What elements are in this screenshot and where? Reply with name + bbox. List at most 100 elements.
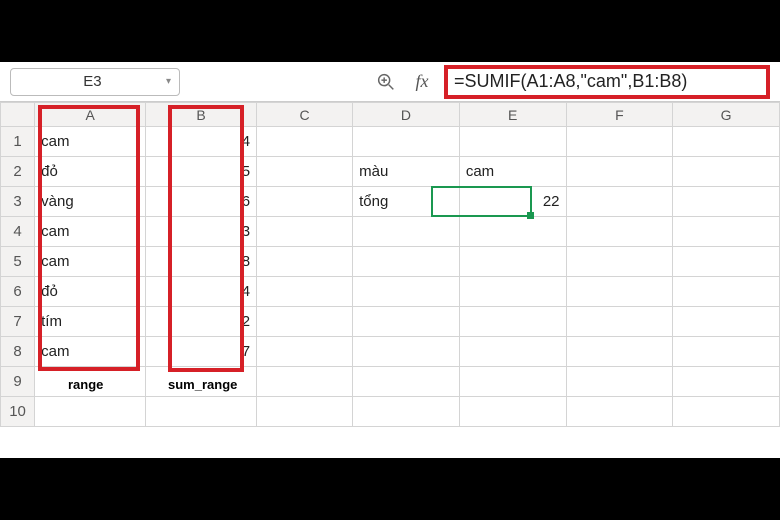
cell-D9[interactable] <box>353 367 460 397</box>
row-header[interactable]: 7 <box>1 307 35 337</box>
range-label: range <box>68 377 103 392</box>
cell-D1[interactable] <box>353 127 460 157</box>
cell-A5[interactable]: cam <box>35 247 146 277</box>
cell-F9[interactable] <box>566 367 673 397</box>
cell-B5[interactable]: 8 <box>146 247 257 277</box>
cell-G6[interactable] <box>673 277 780 307</box>
cell-F1[interactable] <box>566 127 673 157</box>
col-header-F[interactable]: F <box>566 103 673 127</box>
cell-B4[interactable]: 3 <box>146 217 257 247</box>
col-header-A[interactable]: A <box>35 103 146 127</box>
table-row: 1cam4 <box>1 127 780 157</box>
cell-E4[interactable] <box>459 217 566 247</box>
cell-D3[interactable]: tổng <box>353 187 460 217</box>
cell-E3[interactable]: 22 <box>459 187 566 217</box>
cell-D8[interactable] <box>353 337 460 367</box>
cell-D7[interactable] <box>353 307 460 337</box>
row-header[interactable]: 9 <box>1 367 35 397</box>
cell-G1[interactable] <box>673 127 780 157</box>
cell-A4[interactable]: cam <box>35 217 146 247</box>
cell-F8[interactable] <box>566 337 673 367</box>
cell-C6[interactable] <box>257 277 353 307</box>
name-box[interactable]: E3 ▾ <box>10 68 180 96</box>
cell-D4[interactable] <box>353 217 460 247</box>
cell-E9[interactable] <box>459 367 566 397</box>
table-row: 9 <box>1 367 780 397</box>
cell-G9[interactable] <box>673 367 780 397</box>
zoom-icon[interactable] <box>372 68 400 96</box>
spreadsheet-grid[interactable]: A B C D E F G 1cam42đỏ5màucam3vàng6tổng2… <box>0 102 780 427</box>
cell-B7[interactable]: 2 <box>146 307 257 337</box>
cell-F3[interactable] <box>566 187 673 217</box>
cell-D2[interactable]: màu <box>353 157 460 187</box>
cell-F7[interactable] <box>566 307 673 337</box>
cell-F6[interactable] <box>566 277 673 307</box>
cell-B6[interactable]: 4 <box>146 277 257 307</box>
cell-A6[interactable]: đỏ <box>35 277 146 307</box>
cell-E6[interactable] <box>459 277 566 307</box>
sum-range-label: sum_range <box>168 377 237 392</box>
row-header[interactable]: 3 <box>1 187 35 217</box>
name-box-value: E3 <box>19 73 166 90</box>
cell-F5[interactable] <box>566 247 673 277</box>
cell-G7[interactable] <box>673 307 780 337</box>
cell-A7[interactable]: tím <box>35 307 146 337</box>
row-header[interactable]: 1 <box>1 127 35 157</box>
cell-B8[interactable]: 7 <box>146 337 257 367</box>
cell-F10[interactable] <box>566 397 673 427</box>
cell-E8[interactable] <box>459 337 566 367</box>
row-header[interactable]: 10 <box>1 397 35 427</box>
col-header-E[interactable]: E <box>459 103 566 127</box>
cell-E5[interactable] <box>459 247 566 277</box>
cell-C3[interactable] <box>257 187 353 217</box>
select-all-corner[interactable] <box>1 103 35 127</box>
cell-C1[interactable] <box>257 127 353 157</box>
col-header-D[interactable]: D <box>353 103 460 127</box>
cell-G3[interactable] <box>673 187 780 217</box>
row-header[interactable]: 2 <box>1 157 35 187</box>
formula-bar-row: E3 ▾ fx =SUMIF(A1:A8,"cam",B1:B8) <box>0 62 780 102</box>
cell-A10[interactable] <box>35 397 146 427</box>
cell-C9[interactable] <box>257 367 353 397</box>
fx-icon[interactable]: fx <box>408 68 436 96</box>
cell-F4[interactable] <box>566 217 673 247</box>
cell-F2[interactable] <box>566 157 673 187</box>
col-header-G[interactable]: G <box>673 103 780 127</box>
cell-G5[interactable] <box>673 247 780 277</box>
chevron-down-icon[interactable]: ▾ <box>166 76 171 87</box>
cell-E7[interactable] <box>459 307 566 337</box>
cell-C10[interactable] <box>257 397 353 427</box>
cell-D5[interactable] <box>353 247 460 277</box>
table-row: 3vàng6 tổng22 <box>1 187 780 217</box>
row-header[interactable]: 8 <box>1 337 35 367</box>
cell-E1[interactable] <box>459 127 566 157</box>
window-bottom-bar <box>0 458 780 520</box>
cell-B1[interactable]: 4 <box>146 127 257 157</box>
cell-C8[interactable] <box>257 337 353 367</box>
cell-C5[interactable] <box>257 247 353 277</box>
row-header[interactable]: 5 <box>1 247 35 277</box>
cell-G2[interactable] <box>673 157 780 187</box>
cell-G4[interactable] <box>673 217 780 247</box>
col-header-B[interactable]: B <box>146 103 257 127</box>
formula-bar-input[interactable]: =SUMIF(A1:A8,"cam",B1:B8) <box>454 71 687 92</box>
cell-G8[interactable] <box>673 337 780 367</box>
row-header[interactable]: 6 <box>1 277 35 307</box>
cell-A8[interactable]: cam <box>35 337 146 367</box>
cell-D10[interactable] <box>353 397 460 427</box>
cell-E10[interactable] <box>459 397 566 427</box>
cell-C2[interactable] <box>257 157 353 187</box>
cell-C7[interactable] <box>257 307 353 337</box>
cell-A1[interactable]: cam <box>35 127 146 157</box>
cell-A2[interactable]: đỏ <box>35 157 146 187</box>
row-header[interactable]: 4 <box>1 217 35 247</box>
cell-B2[interactable]: 5 <box>146 157 257 187</box>
cell-G10[interactable] <box>673 397 780 427</box>
cell-B10[interactable] <box>146 397 257 427</box>
cell-B3[interactable]: 6 <box>146 187 257 217</box>
col-header-C[interactable]: C <box>257 103 353 127</box>
cell-C4[interactable] <box>257 217 353 247</box>
cell-E2[interactable]: cam <box>459 157 566 187</box>
cell-A3[interactable]: vàng <box>35 187 146 217</box>
cell-D6[interactable] <box>353 277 460 307</box>
